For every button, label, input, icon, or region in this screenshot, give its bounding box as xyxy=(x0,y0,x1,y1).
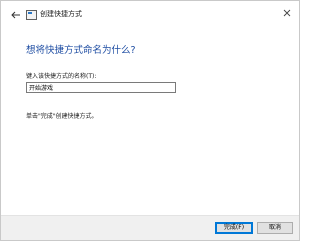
button-bar: 完成(F) 取消 xyxy=(1,215,299,240)
back-arrow-icon xyxy=(11,11,20,19)
create-shortcut-window: 创建快捷方式 想将快捷方式命名为什么? 键入该快捷方式的名称(T): 单击"完成… xyxy=(0,0,300,241)
back-button[interactable] xyxy=(9,8,23,22)
name-field-label: 键入该快捷方式的名称(T): xyxy=(26,73,97,80)
finish-hint: 单击"完成"创建快捷方式。 xyxy=(26,113,98,120)
close-icon xyxy=(283,9,291,17)
close-button[interactable] xyxy=(281,7,293,19)
title-bar: 创建快捷方式 xyxy=(1,1,299,29)
shortcut-name-input[interactable] xyxy=(26,82,176,93)
page-heading: 想将快捷方式命名为什么? xyxy=(26,45,136,56)
window-title: 创建快捷方式 xyxy=(40,10,82,18)
cancel-button[interactable]: 取消 xyxy=(257,222,293,234)
shortcut-wizard-icon xyxy=(26,10,37,20)
finish-button[interactable]: 完成(F) xyxy=(215,222,253,234)
